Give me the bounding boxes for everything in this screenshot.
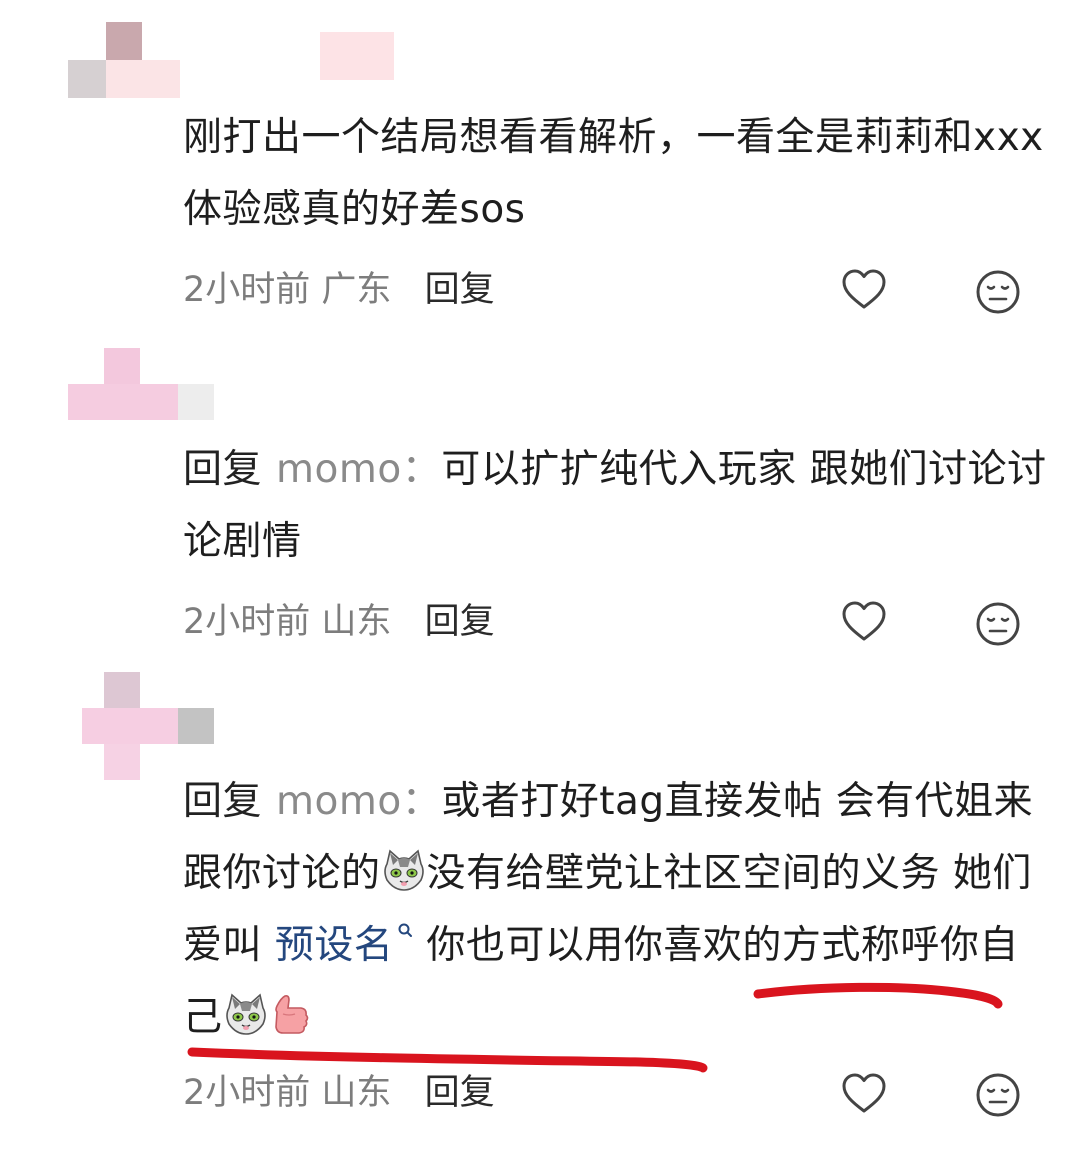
heart-icon[interactable] [840, 1070, 888, 1118]
cat-sticker-icon [383, 849, 424, 891]
timestamp: 2小时前 [183, 1073, 311, 1113]
comment-text: 回复 momo：或者打好tag直接发帖 会有代姐来跟你讨论的 没有给壁党让社区空间… [183, 766, 1053, 1054]
avatar-blurred[interactable] [82, 672, 214, 780]
comment-3: 回复 momo：或者打好tag直接发帖 会有代姐来跟你讨论的 没有给壁党让社区空间… [0, 0, 1089, 1162]
meh-face-icon[interactable] [974, 1071, 1022, 1119]
cat-sticker-icon [225, 993, 266, 1035]
reply-prefix: 回复 [183, 779, 263, 824]
reply-button[interactable]: 回复 [425, 1073, 495, 1113]
search-mark-icon[interactable] [397, 922, 413, 944]
tag-link[interactable]: 预设名 [275, 923, 394, 968]
thumbs-up-icon [274, 995, 308, 1034]
location: 山东 [321, 1073, 392, 1113]
mention-momo[interactable]: momo： [276, 779, 441, 824]
comment-meta: 2小时前 山东 回复 [183, 1068, 495, 1118]
